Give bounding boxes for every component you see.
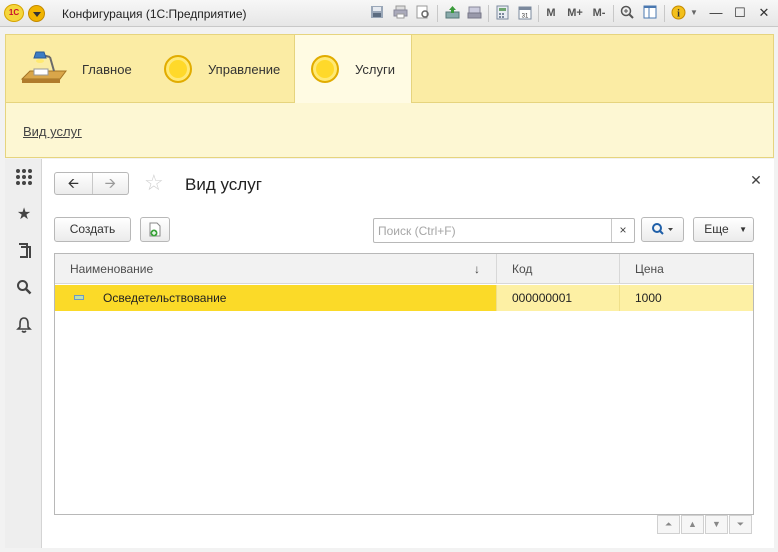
print-icon[interactable] (392, 5, 408, 21)
scroll-to-bottom-button[interactable]: ⏷ (729, 515, 752, 534)
column-header-name[interactable]: Наименование ↓ (55, 254, 497, 284)
document-print-icon[interactable] (466, 5, 482, 21)
toolbar-separator (437, 5, 438, 22)
calendar-icon[interactable]: 31 (517, 5, 533, 21)
notifications-bell-icon[interactable] (14, 316, 34, 336)
add-copy-icon (148, 222, 162, 241)
section-management-label: Управление (208, 61, 281, 77)
more-button-label: Еще (704, 222, 729, 236)
toolbar-separator (664, 5, 665, 22)
search-field[interactable]: × (373, 218, 635, 243)
column-header-code[interactable]: Код (497, 254, 620, 284)
desk-lamp-icon (20, 49, 68, 89)
sort-descending-icon: ↓ (474, 262, 480, 276)
section-main[interactable]: Главное (20, 35, 132, 103)
table-row[interactable]: Осведетельствование 000000001 1000 (55, 285, 753, 311)
toolbar-separator (488, 5, 489, 22)
memory-m-button[interactable]: M (545, 5, 557, 21)
close-form-button[interactable]: ✕ (748, 172, 764, 189)
search-input[interactable] (374, 219, 610, 242)
preview-icon[interactable] (415, 5, 431, 21)
scroll-to-top-button[interactable]: ⏶ (657, 515, 680, 534)
functions-panel: Вид услуг (5, 103, 774, 158)
zoom-icon[interactable] (619, 5, 635, 21)
section-management-icon (164, 55, 192, 83)
main-menu-button[interactable] (28, 5, 45, 22)
forward-button[interactable]: 🡪 (91, 173, 129, 194)
toolbar-separator (538, 5, 539, 22)
form-title: Вид услуг (185, 175, 262, 194)
search-options-button[interactable] (641, 217, 684, 242)
sections-panel: Главное Управление Услуги (5, 34, 774, 103)
search-icon[interactable] (14, 279, 34, 299)
svg-text:31: 31 (522, 14, 529, 20)
app-logo-icon: 1С (4, 4, 24, 22)
calculator-icon[interactable] (494, 5, 510, 21)
memory-minus-button[interactable]: M- (589, 5, 609, 21)
section-services[interactable]: Услуги (294, 35, 412, 103)
close-window-button[interactable]: ✕ (754, 3, 774, 23)
copy-button[interactable] (140, 217, 170, 242)
clear-search-button[interactable]: × (611, 219, 634, 242)
list-form: 🡨 🡪 ☆ Вид услуг ✕ Создать × Еще ▼ Наимен… (42, 159, 774, 548)
svg-text:i: i (677, 9, 680, 20)
app-title: Конфигурация (1С:Предприятие) (62, 7, 247, 21)
all-functions-icon[interactable] (14, 168, 34, 188)
more-button[interactable]: Еще ▼ (693, 217, 754, 242)
title-bar: 1С Конфигурация (1С:Предприятие) 31 M M+… (0, 0, 778, 27)
cell-code: 000000001 (497, 285, 620, 311)
section-services-label: Услуги (355, 61, 395, 77)
left-toolbar: ★ (5, 159, 42, 548)
list-scroll-buttons: ⏶ ▲ ▼ ⏷ (657, 515, 752, 534)
section-management[interactable]: Управление (164, 35, 280, 103)
section-main-label: Главное (82, 61, 132, 77)
upload-icon[interactable] (444, 5, 460, 21)
minimize-button[interactable]: — (706, 3, 726, 23)
navigation-buttons: 🡨 🡪 (54, 172, 129, 195)
scroll-up-button[interactable]: ▲ (681, 515, 704, 534)
cell-name: Осведетельствование (55, 285, 497, 311)
link-service-types[interactable]: Вид услуг (23, 124, 82, 139)
more-dropdown-icon: ▼ (739, 225, 747, 234)
section-services-icon (311, 55, 339, 83)
search-magnifier-icon (651, 223, 675, 239)
catalog-item-icon (74, 295, 84, 300)
favorite-star-icon[interactable]: ☆ (144, 171, 164, 195)
scroll-down-button[interactable]: ▼ (705, 515, 728, 534)
panels-icon[interactable] (642, 5, 658, 21)
favorites-icon[interactable]: ★ (14, 205, 34, 225)
maximize-button[interactable]: ☐ (730, 3, 750, 23)
services-table[interactable]: Наименование ↓ Код Цена Осведетельствова… (54, 253, 754, 515)
column-header-price[interactable]: Цена (620, 254, 753, 284)
cell-price: 1000 (620, 285, 753, 311)
history-icon[interactable] (14, 242, 34, 262)
info-icon[interactable]: i (670, 5, 686, 21)
table-header: Наименование ↓ Код Цена (55, 254, 753, 284)
info-dropdown-icon[interactable]: ▼ (689, 5, 699, 21)
create-button[interactable]: Создать (54, 217, 131, 242)
toolbar-separator (613, 5, 614, 22)
save-icon[interactable] (369, 5, 385, 21)
back-button[interactable]: 🡨 (55, 173, 92, 194)
memory-plus-button[interactable]: M+ (565, 5, 585, 21)
